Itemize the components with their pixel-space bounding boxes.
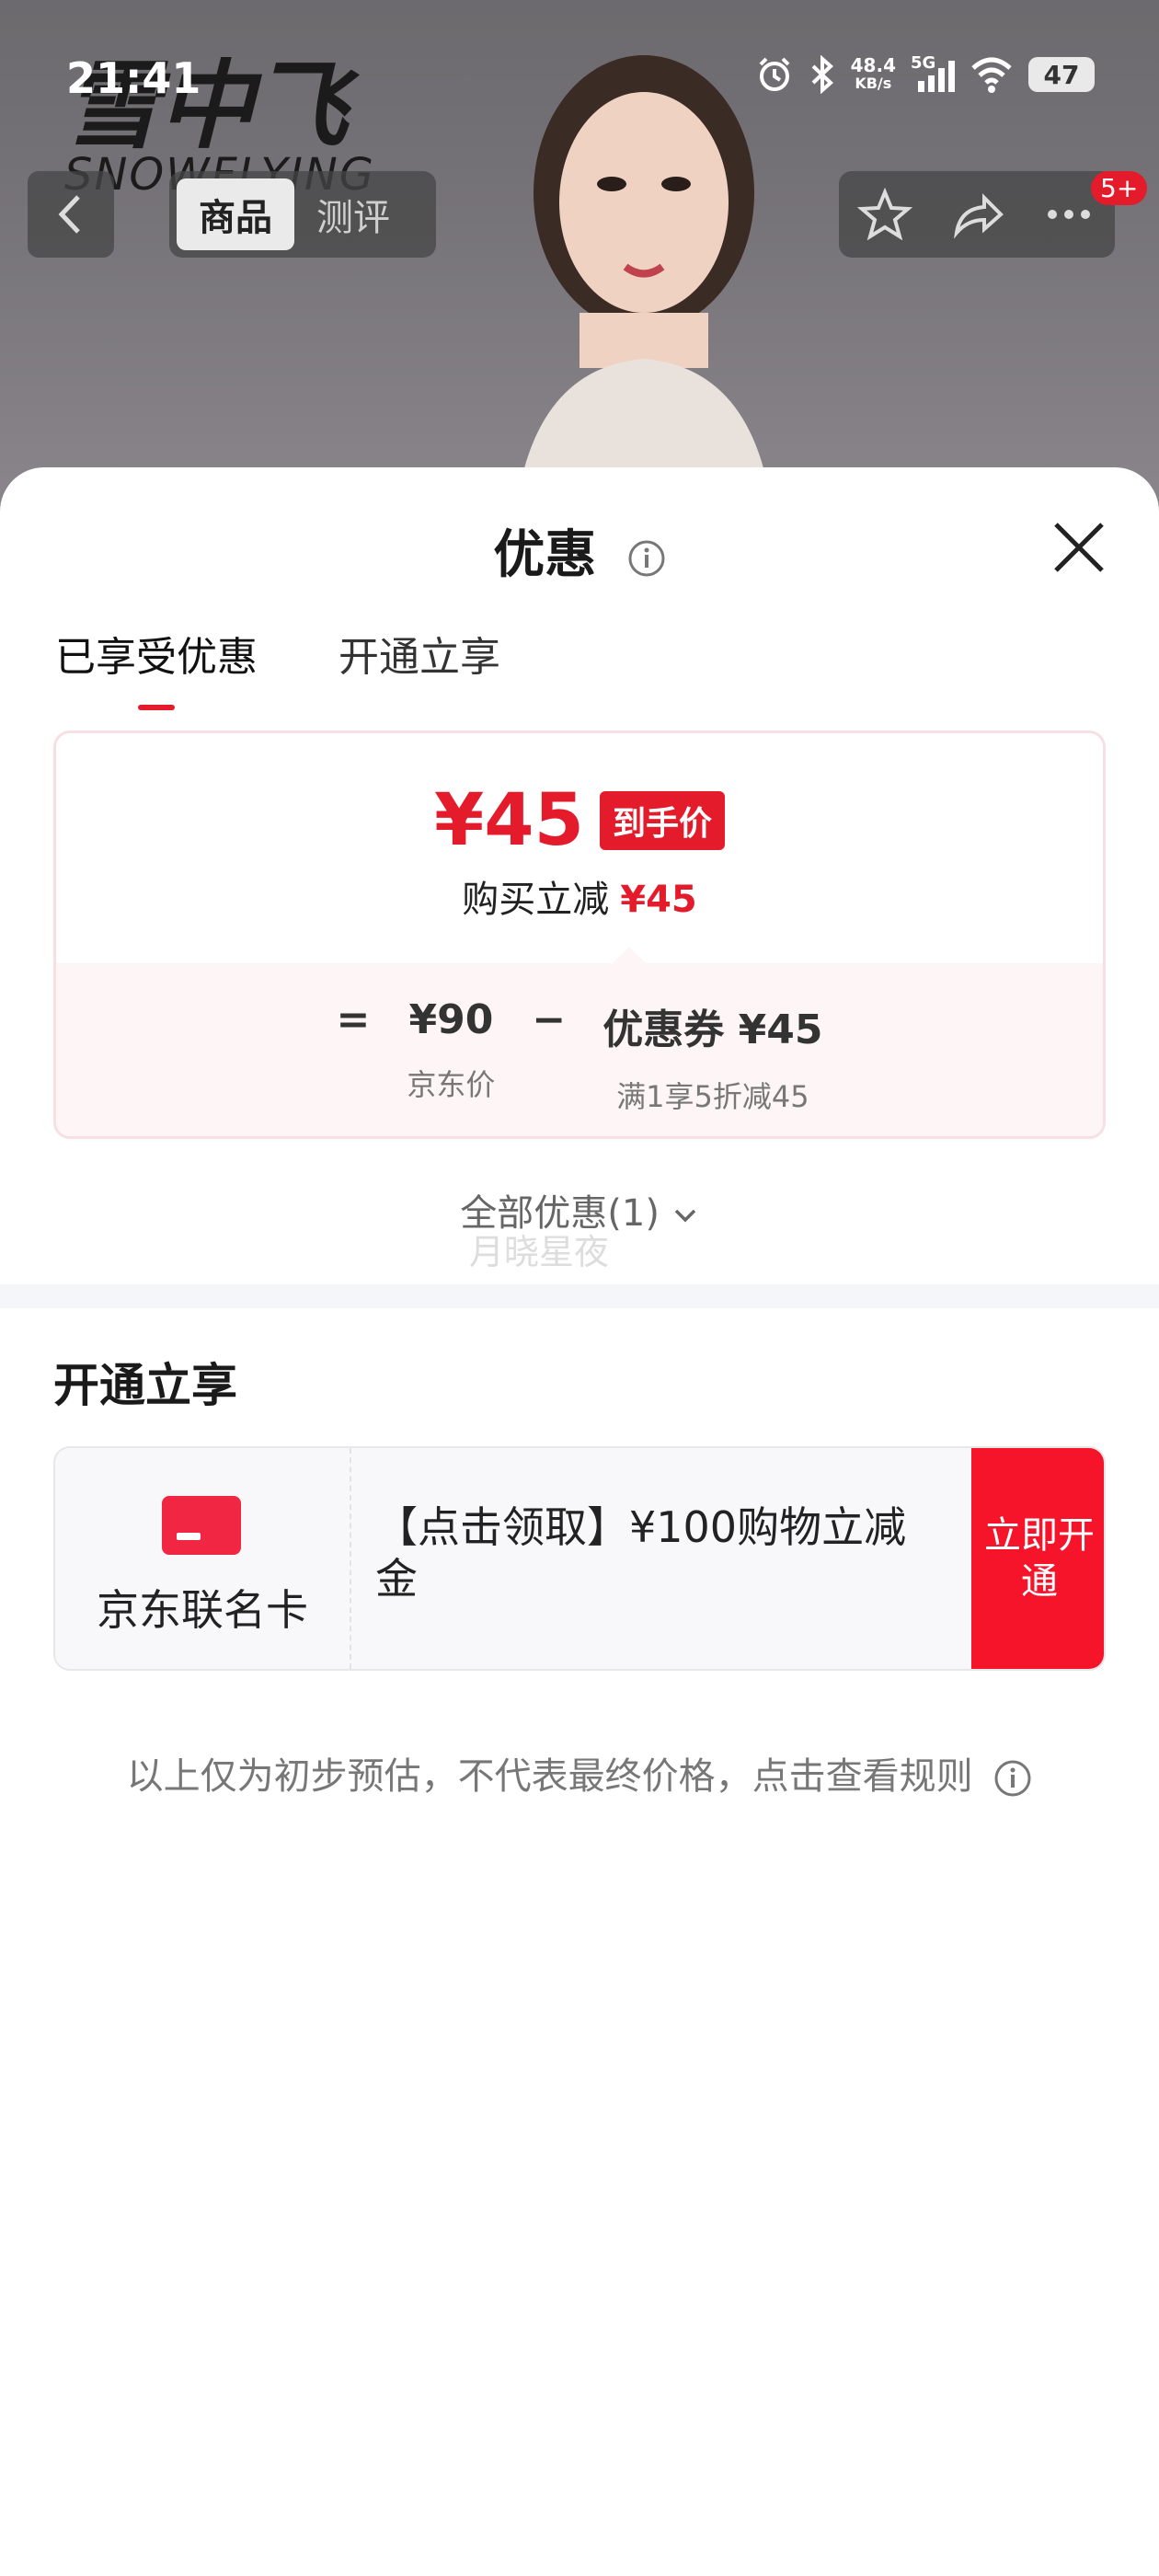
watermark: 月晓星夜 — [469, 1232, 610, 1272]
tab-activate-enjoy[interactable]: 开通立享 — [339, 624, 500, 683]
network-speed-unit: KB/s — [855, 75, 892, 92]
final-price: ¥45 到手价 — [56, 779, 1103, 862]
jd-price-label: 京东价 — [407, 1067, 496, 1102]
product-nav-tabs: 商品 测评 — [169, 171, 436, 258]
notification-badge: 5+ — [1091, 171, 1148, 205]
coupon-value: 优惠券 ¥45 — [602, 1006, 823, 1053]
network-speed-value: 48.4 — [850, 54, 896, 76]
card-name: 京东联名卡 — [97, 1585, 308, 1635]
wifi-icon — [971, 57, 1012, 93]
instant-reduction-label: 购买立减 — [462, 879, 610, 921]
star-icon[interactable] — [857, 187, 912, 242]
equals-sign: = — [336, 996, 371, 1043]
back-button[interactable] — [28, 171, 114, 258]
chevron-down-icon — [674, 1209, 695, 1223]
price-breakdown-card: ¥45 到手价 购买立减 ¥45 = ¥90 京东价 − 优惠券 ¥45 满1享5… — [53, 730, 1106, 1139]
battery-indicator: 47 — [1028, 57, 1095, 92]
section-divider — [0, 1284, 1159, 1308]
activate-now-button[interactable]: 立即开通 — [971, 1448, 1104, 1669]
minus-sign: − — [532, 996, 567, 1043]
close-icon[interactable] — [1047, 515, 1111, 580]
network-type: 5G — [911, 53, 936, 73]
tab-product[interactable]: 商品 — [177, 178, 294, 250]
price-formula: = ¥90 京东价 − 优惠券 ¥45 满1享5折减45 — [56, 996, 1103, 1116]
sheet-title-text: 优惠 — [493, 525, 597, 585]
section-title: 开通立享 — [53, 1359, 237, 1412]
jd-price: ¥90 京东价 — [407, 996, 495, 1104]
chevron-left-icon — [58, 195, 80, 234]
final-price-section: ¥45 到手价 购买立减 ¥45 — [56, 733, 1103, 963]
tab-review[interactable]: 测评 — [294, 178, 412, 250]
share-icon[interactable] — [949, 187, 1004, 242]
instant-reduction: 购买立减 ¥45 — [56, 869, 1103, 923]
promo-tabs: 已享受优惠 开通立享 — [55, 624, 500, 710]
sheet-title: 优惠 — [0, 513, 1159, 588]
jd-price-value: ¥90 — [408, 996, 494, 1043]
credit-card-icon — [162, 1496, 241, 1555]
final-price-value: ¥45 — [434, 779, 584, 862]
tab-enjoyed-discounts[interactable]: 已享受优惠 — [55, 624, 258, 710]
instant-reduction-value: ¥45 — [620, 879, 697, 921]
promotion-sheet: 优惠 已享受优惠 开通立享 ¥45 到手价 购买立减 ¥45 = ¥90 京东价… — [0, 467, 1159, 2576]
info-icon — [994, 1760, 1031, 1797]
cobrand-card-offer[interactable]: 京东联名卡 【点击领取】¥100购物立减金 立即开通 — [53, 1446, 1106, 1671]
bluetooth-icon — [811, 55, 833, 94]
pointer-triangle — [613, 947, 646, 963]
price-disclaimer[interactable]: 以上仅为初步预估，不代表最终价格，点击查看规则 — [0, 1746, 1159, 1800]
status-time: 21:41 — [66, 53, 201, 103]
coupon-discount: 优惠券 ¥45 满1享5折减45 — [602, 996, 822, 1116]
nav-actions — [839, 171, 1115, 258]
status-icons: 48.4 KB/s 5G 47 — [755, 53, 1095, 94]
status-bar: 21:41 48.4 KB/s 5G 47 — [0, 40, 1159, 114]
final-price-tag: 到手价 — [599, 791, 725, 850]
offer-card-info: 京东联名卡 — [55, 1448, 351, 1669]
cellular-signal: 5G — [911, 53, 955, 94]
disclaimer-text: 以上仅为初步预估，不代表最终价格，点击查看规则 — [126, 1755, 973, 1798]
alarm-icon — [759, 57, 790, 91]
price-formula-section: = ¥90 京东价 − 优惠券 ¥45 满1享5折减45 — [56, 947, 1103, 1136]
coupon-label: 满1享5折减45 — [616, 1079, 809, 1114]
info-icon[interactable] — [627, 539, 666, 578]
network-speed: 48.4 KB/s — [851, 56, 896, 93]
offer-text: 【点击领取】¥100购物立减金 — [375, 1502, 907, 1604]
more-icon[interactable] — [1041, 187, 1096, 242]
